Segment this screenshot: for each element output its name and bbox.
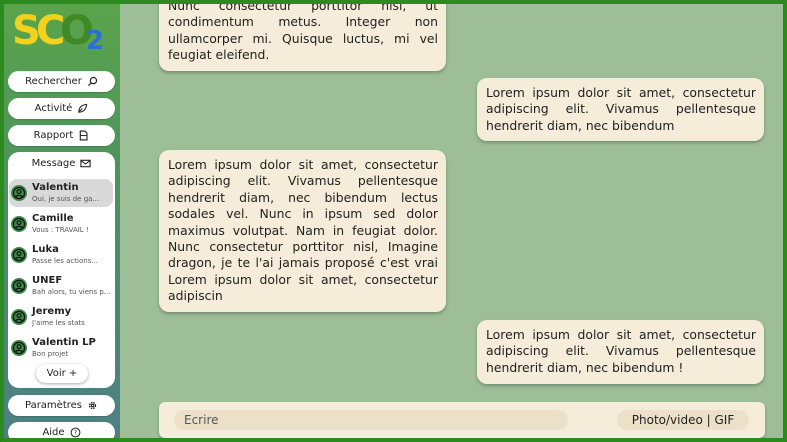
conversation-name: UNEF: [32, 275, 63, 286]
see-more-button[interactable]: Voir +: [36, 364, 88, 383]
message-sent: Lorem ipsum dolor sit amet, consectetur …: [477, 320, 764, 384]
conversation-name: Camille: [32, 213, 74, 224]
messages-label: Message: [31, 158, 76, 169]
conversation-name: Luka: [32, 244, 59, 255]
conversation-preview: Passe les actions...: [32, 257, 99, 265]
conversation-preview: J'aime les stats: [32, 319, 85, 327]
conversation-preview: Vous : TRAVAIL !: [32, 226, 89, 234]
message-composer: Photo/video | GIF: [159, 402, 765, 438]
document-icon: [80, 130, 88, 141]
user-icon: [12, 248, 26, 262]
messages-panel: Message Valentin Oui, je suis de ga... C…: [8, 152, 115, 388]
user-icon: [12, 279, 26, 293]
conversation-item[interactable]: Camille Vous : TRAVAIL !: [9, 210, 113, 238]
settings-button[interactable]: Paramètres: [8, 395, 115, 416]
avatar: [11, 185, 27, 201]
report-button[interactable]: Rapport: [8, 125, 115, 146]
settings-label: Paramètres: [24, 400, 83, 411]
gear-icon: [88, 401, 97, 410]
user-icon: [12, 186, 26, 200]
user-icon: [12, 341, 26, 355]
search-button[interactable]: Rechercher: [8, 71, 115, 92]
media-button[interactable]: Photo/video | GIF: [617, 410, 749, 430]
mail-icon: [80, 159, 92, 168]
message-sent: Lorem ipsum dolor sit amet, consectetur …: [477, 78, 764, 141]
conversation-preview: Bah alors, tu viens p...: [32, 288, 111, 296]
app-window: SCO2 Rechercher Activité Rapport Message…: [0, 0, 787, 442]
sidebar: SCO2 Rechercher Activité Rapport Message…: [4, 4, 120, 438]
conversation-name: Jeremy: [32, 306, 72, 317]
avatar: [11, 340, 27, 356]
report-label: Rapport: [33, 130, 74, 141]
conversation-name: Valentin LP: [32, 337, 96, 348]
avatar: [11, 309, 27, 325]
help-label: Aide: [42, 427, 65, 438]
activity-label: Activité: [34, 103, 73, 114]
svg-text:?: ?: [73, 429, 76, 437]
conversation-preview: Oui, je suis de ga...: [32, 195, 100, 203]
search-icon: [87, 76, 97, 87]
conversation-preview: Bon projet: [32, 350, 69, 358]
message-received: Lorem ipsum dolor sit amet, consectetur …: [159, 150, 446, 312]
conversation-item[interactable]: UNEF Bah alors, tu viens p...: [9, 272, 113, 300]
user-icon: [12, 310, 26, 324]
conversation-item[interactable]: Luka Passe les actions...: [9, 241, 113, 269]
search-label: Rechercher: [25, 76, 82, 87]
message-input[interactable]: [174, 410, 568, 430]
message-received: Nunc consectetur porttitor nisl, ut cond…: [159, 4, 446, 71]
app-logo[interactable]: SCO2: [10, 8, 110, 56]
conversation-item[interactable]: Jeremy J'aime les stats: [9, 303, 113, 331]
avatar: [11, 216, 27, 232]
conversation-item[interactable]: Valentin LP Bon projet: [9, 334, 113, 362]
leaf-icon: [78, 103, 88, 113]
messages-header[interactable]: Message: [8, 158, 115, 169]
avatar: [11, 278, 27, 294]
activity-button[interactable]: Activité: [8, 98, 115, 119]
avatar: [11, 247, 27, 263]
help-button[interactable]: Aide ?: [8, 422, 115, 438]
user-icon: [12, 217, 26, 231]
conversation-item[interactable]: Valentin Oui, je suis de ga...: [9, 179, 113, 207]
help-icon: ?: [70, 427, 80, 438]
conversation-name: Valentin: [32, 182, 79, 193]
